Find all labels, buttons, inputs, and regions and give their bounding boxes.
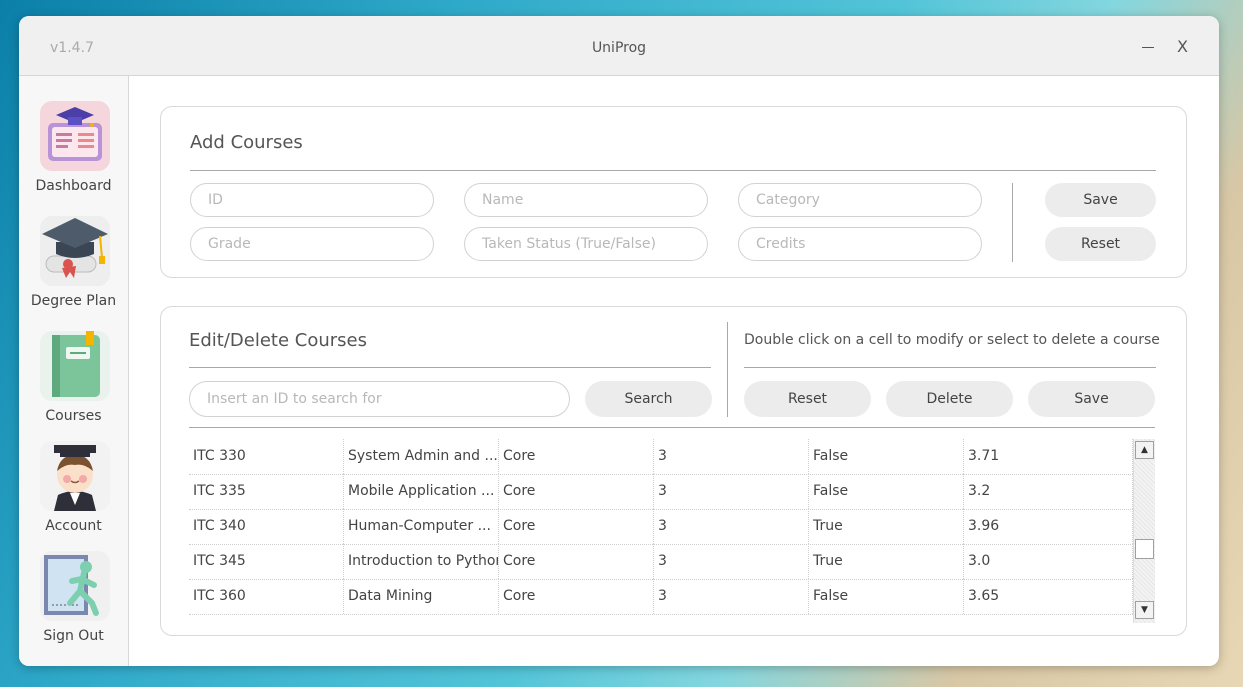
- table-cell-category[interactable]: Core: [499, 439, 654, 474]
- table-row[interactable]: ITC 345 Introduction to Python Core 3 Tr…: [189, 544, 1133, 580]
- table-cell-grade[interactable]: 3.96: [964, 509, 1133, 544]
- table-cell-taken[interactable]: False: [809, 474, 964, 509]
- edit-reset-button[interactable]: Reset: [744, 381, 871, 417]
- table-cell-grade[interactable]: 3.65: [964, 579, 1133, 614]
- search-button[interactable]: Search: [585, 381, 712, 417]
- minimize-button[interactable]: [1137, 36, 1159, 58]
- taken-status-field[interactable]: [464, 227, 708, 261]
- credits-field[interactable]: [738, 227, 982, 261]
- table-cell-grade[interactable]: 3.2: [964, 474, 1133, 509]
- table-cell-name[interactable]: Data Mining: [344, 579, 499, 614]
- table-cell-category[interactable]: Core: [499, 509, 654, 544]
- book-icon: [40, 331, 110, 401]
- table-cell-grade[interactable]: 3.0: [964, 544, 1133, 579]
- table-cell-credits[interactable]: 3: [654, 544, 809, 579]
- table-cell-name[interactable]: Human-Computer ...: [344, 509, 499, 544]
- app-title: UniProg: [591, 40, 647, 56]
- table-cell-id[interactable]: ITC 335: [189, 474, 344, 509]
- table-cell-category[interactable]: Core: [499, 474, 654, 509]
- close-button[interactable]: X: [1177, 37, 1188, 56]
- table-cell-credits[interactable]: 3: [654, 439, 809, 474]
- table-cell-grade[interactable]: 3.71: [964, 439, 1133, 474]
- add-save-button[interactable]: Save: [1045, 183, 1156, 217]
- scroll-down-button[interactable]: ▼: [1135, 601, 1154, 619]
- table-cell-name[interactable]: Introduction to Python: [344, 544, 499, 579]
- table-cell-credits[interactable]: 3: [654, 579, 809, 614]
- scroll-up-button[interactable]: ▲: [1135, 441, 1154, 459]
- table-cell-taken[interactable]: True: [809, 544, 964, 579]
- sign-out-icon: [40, 551, 110, 621]
- table-cell-name[interactable]: System Admin and ...: [344, 439, 499, 474]
- edit-courses-title: Edit/Delete Courses: [189, 330, 368, 351]
- title-bar: v1.4.7 UniProg X: [19, 16, 1219, 76]
- table-cell-id[interactable]: ITC 330: [189, 439, 344, 474]
- edit-courses-panel: Edit/Delete Courses Double click on a ce…: [160, 306, 1187, 636]
- table-cell-id[interactable]: ITC 340: [189, 509, 344, 544]
- table-row[interactable]: ITC 335 Mobile Application ... Core 3 Fa…: [189, 474, 1133, 510]
- sidebar-item-label: Dashboard: [35, 178, 112, 194]
- table-cell-credits[interactable]: 3: [654, 509, 809, 544]
- table-cell-category[interactable]: Core: [499, 579, 654, 614]
- add-courses-title: Add Courses: [190, 132, 303, 153]
- sidebar-item-label: Degree Plan: [30, 293, 117, 309]
- name-field[interactable]: [464, 183, 708, 217]
- divider: [727, 322, 728, 417]
- table-cell-credits[interactable]: 3: [654, 474, 809, 509]
- add-reset-button[interactable]: Reset: [1045, 227, 1156, 261]
- table-row[interactable]: ITC 330 System Admin and ... Core 3 Fals…: [189, 439, 1133, 475]
- avatar-icon: [40, 441, 110, 511]
- edit-save-button[interactable]: Save: [1028, 381, 1155, 417]
- search-input[interactable]: [189, 381, 570, 417]
- table-cell-taken[interactable]: True: [809, 509, 964, 544]
- scroll-thumb[interactable]: [1135, 539, 1154, 559]
- dashboard-icon: [40, 101, 110, 171]
- table-cell-id[interactable]: ITC 345: [189, 544, 344, 579]
- table-row[interactable]: ITC 360 Data Mining Core 3 False 3.65: [189, 579, 1133, 615]
- sidebar-item-label: Account: [45, 518, 102, 534]
- table-cell-name[interactable]: Mobile Application ...: [344, 474, 499, 509]
- grade-field[interactable]: [190, 227, 434, 261]
- app-window: v1.4.7 UniProg X Dashboard Degree Plan C…: [19, 16, 1219, 666]
- table-cell-category[interactable]: Core: [499, 544, 654, 579]
- table-cell-taken[interactable]: False: [809, 439, 964, 474]
- divider: [190, 170, 1156, 171]
- table-scrollbar[interactable]: ▲ ▼: [1133, 439, 1155, 623]
- divider: [189, 367, 711, 368]
- id-field[interactable]: [190, 183, 434, 217]
- sidebar-item-label: Courses: [45, 408, 102, 424]
- divider: [189, 427, 1155, 428]
- edit-hint-text: Double click on a cell to modify or sele…: [744, 332, 1160, 348]
- courses-table: ITC 330 System Admin and ... Core 3 Fals…: [189, 439, 1157, 623]
- table-row[interactable]: ITC 340 Human-Computer ... Core 3 True 3…: [189, 509, 1133, 545]
- sidebar-item-label: Sign Out: [43, 628, 104, 644]
- divider: [1012, 183, 1013, 262]
- sidebar: Dashboard Degree Plan Courses Account Si…: [19, 76, 129, 666]
- category-field[interactable]: [738, 183, 982, 217]
- graduation-cap-icon: [40, 216, 110, 286]
- add-courses-panel: Add Courses Save Reset: [160, 106, 1187, 278]
- delete-button[interactable]: Delete: [886, 381, 1013, 417]
- divider: [744, 367, 1156, 368]
- table-cell-taken[interactable]: False: [809, 579, 964, 614]
- table-cell-id[interactable]: ITC 360: [189, 579, 344, 614]
